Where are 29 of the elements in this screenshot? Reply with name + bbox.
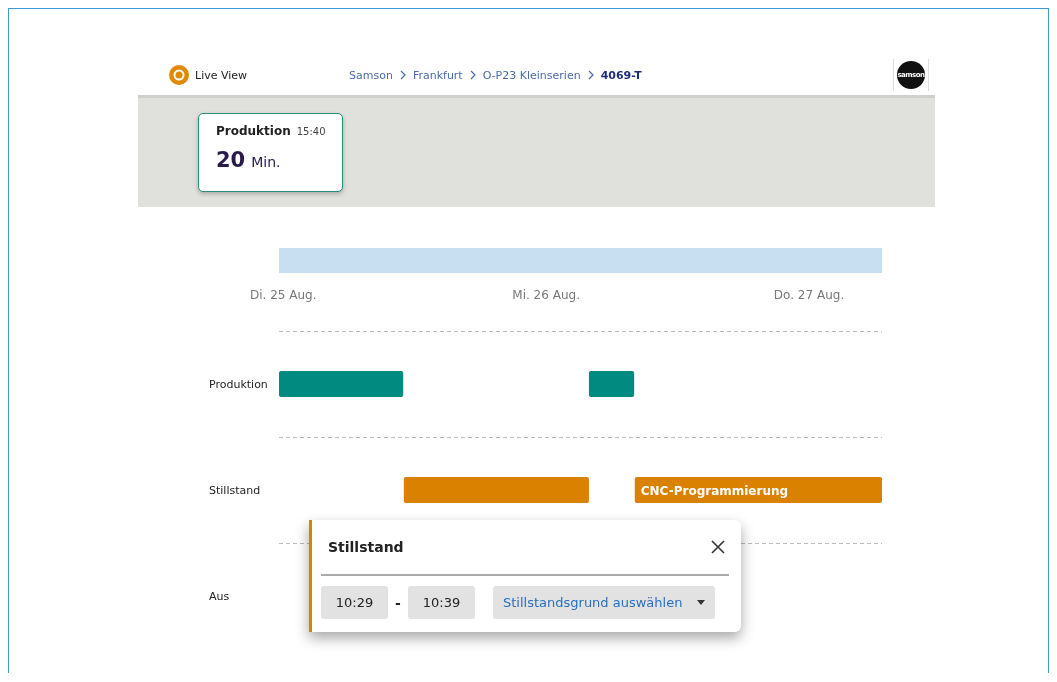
timeline-bar[interactable] (588, 371, 635, 397)
timeline-bar[interactable] (634, 477, 882, 503)
duration-value: 20 (216, 148, 246, 172)
breadcrumb-link[interactable]: Frankfurt (412, 68, 463, 82)
event-label: CNC-Programmierung (640, 484, 789, 498)
chevron-right-icon (468, 70, 477, 80)
breadcrumb-link[interactable]: O-P23 Kleinserien (482, 68, 581, 82)
popup-title: Stillstand (328, 539, 404, 555)
date-label: Di. 25 Aug. (249, 288, 317, 302)
reason-dropdown[interactable]: Stillstandsgrund auswählen (493, 586, 715, 619)
row-label: Stillstand (209, 484, 261, 497)
row-label: Aus (209, 590, 230, 603)
date-label: Do. 27 Aug. (773, 288, 845, 302)
row-label: Produktion (209, 378, 268, 391)
status-time: 15:40 (296, 126, 326, 137)
chevron-right-icon (586, 70, 595, 80)
end-time-field[interactable]: 10:39 (408, 586, 475, 619)
start-time-field[interactable]: 10:29 (321, 586, 388, 619)
caret-icon (697, 600, 705, 605)
duration-unit: Min. (251, 154, 281, 170)
status-label: Produktion (216, 124, 291, 138)
range-separator: - (394, 594, 402, 611)
breadcrumb-link[interactable]: Samson (349, 68, 393, 82)
breadcrumb-link[interactable]: 4069-T (600, 68, 642, 82)
date-label: Mi. 26 Aug. (512, 288, 580, 302)
chevron-right-icon (398, 70, 407, 80)
live-indicator-icon (169, 65, 189, 85)
app-title: Live View (195, 68, 248, 82)
close-button[interactable] (709, 538, 727, 556)
